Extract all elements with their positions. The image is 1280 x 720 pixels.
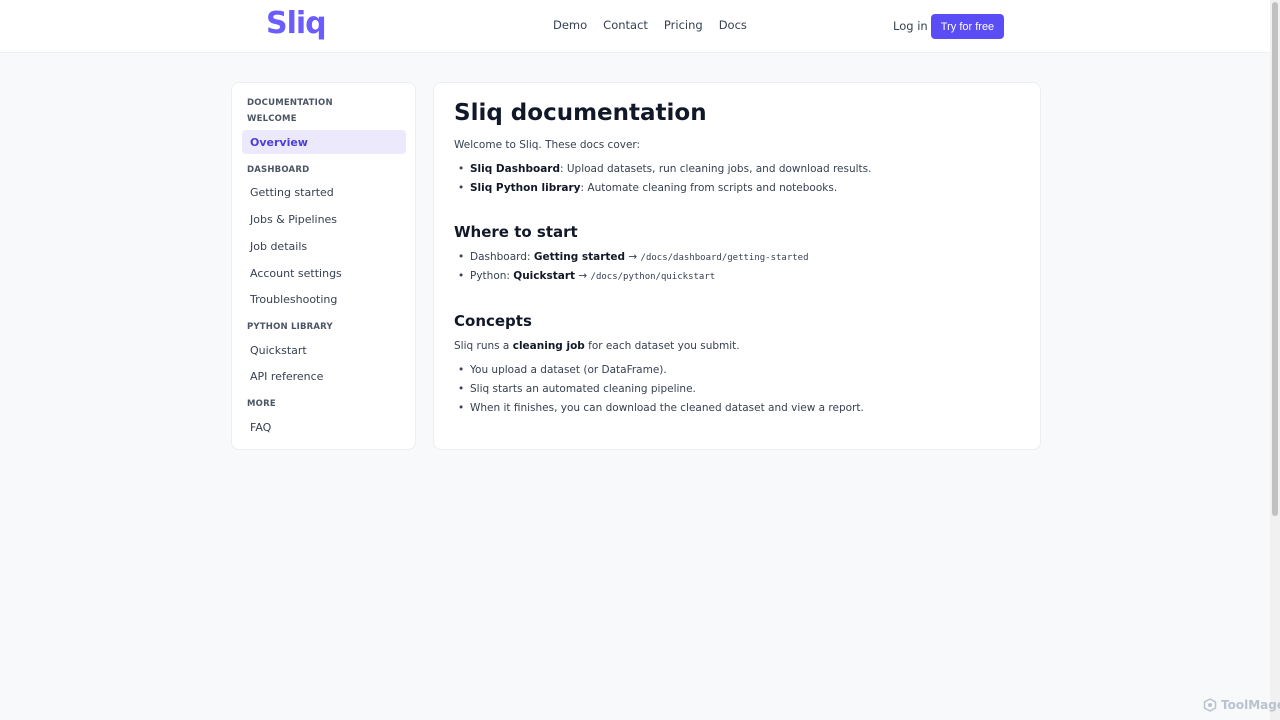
- sidebar-item-quickstart[interactable]: Quickstart: [242, 338, 406, 362]
- page-scrollbar[interactable]: [1270, 0, 1280, 720]
- quickstart-link[interactable]: Quickstart: [513, 270, 575, 282]
- section-python-library: PYTHON LIBRARY: [247, 322, 333, 332]
- concepts-intro-bold: cleaning job: [512, 340, 585, 352]
- page-title: Sliq documentation: [454, 100, 707, 126]
- list-item: When it finishes, you can download the c…: [458, 402, 864, 414]
- sidebar-item-job-details[interactable]: Job details: [242, 234, 406, 258]
- login-link[interactable]: Log in: [893, 19, 928, 33]
- list-item: Sliq starts an automated cleaning pipeli…: [458, 383, 696, 395]
- bullet-label: Sliq Dashboard: [470, 163, 560, 175]
- bullet-text: : Upload datasets, run cleaning jobs, an…: [559, 163, 872, 175]
- watermark-text: ToolMage: [1221, 698, 1280, 712]
- list-item: Python: Quickstart → /docs/python/quicks…: [458, 270, 716, 282]
- concepts-intro: Sliq runs a cleaning job for each datase…: [454, 340, 740, 352]
- watermark: ToolMage: [1203, 698, 1280, 712]
- bullet-prefix: Python:: [470, 270, 514, 282]
- section-dashboard: DASHBOARD: [247, 165, 310, 175]
- getting-started-link[interactable]: Getting started: [534, 251, 625, 263]
- concepts-heading: Concepts: [454, 312, 532, 330]
- docs-content: Sliq documentation Welcome to Sliq. Thes…: [433, 82, 1041, 450]
- sidebar-item-jobs-pipelines[interactable]: Jobs & Pipelines: [242, 207, 406, 231]
- sidebar-item-api-reference[interactable]: API reference: [242, 364, 406, 388]
- nav-contact[interactable]: Contact: [603, 18, 648, 32]
- nav-pricing[interactable]: Pricing: [664, 18, 703, 32]
- list-item: Dashboard: Getting started → /docs/dashb…: [458, 251, 809, 263]
- sidebar-item-account-settings[interactable]: Account settings: [242, 261, 406, 285]
- list-item: Sliq Python library: Automate cleaning f…: [458, 182, 838, 194]
- sidebar-item-getting-started[interactable]: Getting started: [242, 180, 406, 204]
- arrow: →: [625, 251, 641, 263]
- bullet-prefix: Dashboard:: [470, 251, 534, 263]
- top-navbar: Sliq Demo Contact Pricing Docs Log in Tr…: [0, 0, 1270, 53]
- section-welcome: WELCOME: [247, 114, 297, 124]
- sliq-logo[interactable]: Sliq: [266, 6, 327, 41]
- docs-sidebar: DOCUMENTATION WELCOME Overview DASHBOARD…: [231, 82, 416, 450]
- where-to-start-heading: Where to start: [454, 223, 578, 241]
- section-documentation: DOCUMENTATION: [247, 98, 333, 108]
- path-code: /docs/python/quickstart: [590, 272, 716, 282]
- scrollbar-thumb[interactable]: [1272, 2, 1278, 516]
- concepts-intro-pre: Sliq runs a: [454, 340, 513, 352]
- nav-demo[interactable]: Demo: [553, 18, 587, 32]
- list-item: You upload a dataset (or DataFrame).: [458, 364, 667, 376]
- sidebar-item-faq[interactable]: FAQ: [242, 415, 406, 439]
- sidebar-item-troubleshooting[interactable]: Troubleshooting: [242, 287, 406, 311]
- concepts-intro-post: for each dataset you submit.: [584, 340, 740, 352]
- intro-text: Welcome to Sliq. These docs cover:: [454, 139, 641, 151]
- bullet-label: Sliq Python library: [470, 182, 581, 194]
- sidebar-item-overview[interactable]: Overview: [242, 130, 406, 154]
- section-more: MORE: [247, 399, 276, 409]
- list-item: Sliq Dashboard: Upload datasets, run cle…: [458, 163, 872, 175]
- nav-docs[interactable]: Docs: [719, 18, 747, 32]
- watermark-logo-icon: [1203, 698, 1217, 712]
- path-code: /docs/dashboard/getting-started: [640, 253, 809, 263]
- main-nav: Demo Contact Pricing Docs: [553, 18, 747, 32]
- arrow: →: [575, 270, 591, 282]
- bullet-text: : Automate cleaning from scripts and not…: [580, 182, 838, 194]
- try-for-free-button[interactable]: Try for free: [931, 14, 1004, 39]
